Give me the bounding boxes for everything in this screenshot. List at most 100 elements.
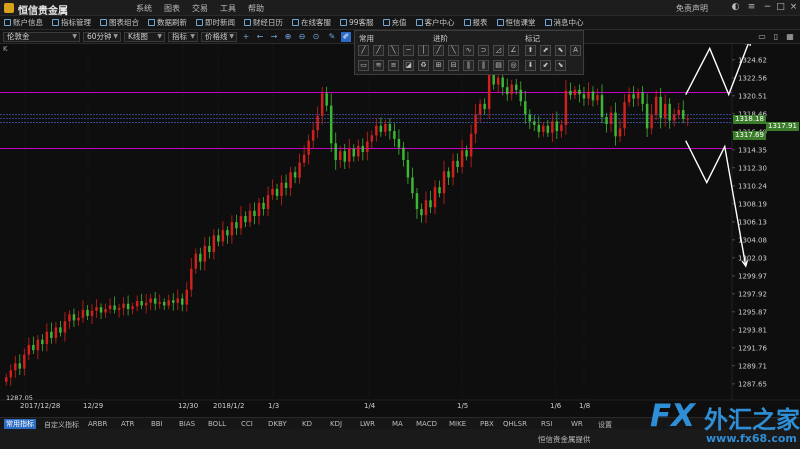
chevron-down-icon: ▼ xyxy=(113,33,118,40)
zoom-reset-icon[interactable]: ⊙ xyxy=(311,32,321,42)
arrow-left-icon[interactable]: ← xyxy=(255,32,265,42)
toolbar-customer-center[interactable]: 客户中心 xyxy=(415,17,455,28)
menu-system[interactable]: 系统 xyxy=(136,3,152,14)
candle-body xyxy=(406,159,410,178)
close-icon[interactable]: × xyxy=(788,2,799,13)
trend-tool-icon[interactable]: ╱ xyxy=(433,45,444,56)
skin-icon[interactable]: ◐ xyxy=(730,2,741,13)
zoom-out-icon[interactable]: ⊖ xyxy=(297,32,307,42)
layout-grid-icon[interactable]: ▦ xyxy=(785,32,795,42)
arrow-right-icon[interactable]: → xyxy=(269,32,279,42)
menu-trade[interactable]: 交易 xyxy=(192,3,208,14)
vline-tool-icon[interactable]: │ xyxy=(418,45,429,56)
toolbar-99-service[interactable]: 99客服 xyxy=(340,17,374,28)
tab-arbr[interactable]: ARBR xyxy=(88,420,107,428)
maximize-icon[interactable]: □ xyxy=(775,2,786,13)
tab-qhlsr[interactable]: QHLSR xyxy=(503,420,527,428)
text-mark-icon[interactable]: A xyxy=(570,45,581,56)
toolbar-online-service[interactable]: 在线客服 xyxy=(292,17,331,28)
menu-tools[interactable]: 工具 xyxy=(220,3,236,14)
tab-ma[interactable]: MA xyxy=(392,420,403,428)
fib-grid-tool-icon[interactable]: ⊟ xyxy=(448,60,459,71)
arrow-downleft-mark-icon[interactable]: ⬋ xyxy=(540,60,551,71)
toolbar-calendar[interactable]: 财经日历 xyxy=(244,17,283,28)
channel-tool-icon[interactable]: ≋ xyxy=(373,60,384,71)
arrow-down-mark-icon[interactable]: ⬇ xyxy=(525,60,536,71)
menu-help[interactable]: 帮助 xyxy=(248,3,264,14)
disclaimer-link[interactable]: 免责声明 xyxy=(676,3,708,14)
toolbar-account-info[interactable]: 账户信息 xyxy=(4,17,43,28)
candle-body xyxy=(573,89,577,96)
crosshair-icon[interactable]: + xyxy=(241,32,251,42)
section-markers: 标记 xyxy=(525,34,540,43)
cycle-tool-icon[interactable]: ‖ xyxy=(463,60,474,71)
trash-tool-icon[interactable]: ♻ xyxy=(418,60,429,71)
line-tool-icon[interactable]: ╱ xyxy=(358,45,369,56)
arrow-up-mark-icon[interactable]: ⬆ xyxy=(525,45,536,56)
tab-dkby[interactable]: DKBY xyxy=(268,420,287,428)
wave-tool-icon[interactable]: ∿ xyxy=(463,45,474,56)
toolbar-deposit[interactable]: 充值 xyxy=(382,17,407,28)
candlestick-chart[interactable]: 1324.621322.561320.511318.461316.401314.… xyxy=(0,44,800,416)
toolbar-indicator-manager[interactable]: 指标管理 xyxy=(52,17,91,28)
tab-lwr[interactable]: LWR xyxy=(360,420,375,428)
tab-macd[interactable]: MACD xyxy=(416,420,437,428)
tab-atr[interactable]: ATR xyxy=(121,420,134,428)
period-select[interactable]: 60分钟 ▼ xyxy=(83,32,121,42)
toolbar-report[interactable]: 报表 xyxy=(463,17,488,28)
arrow-upright-mark-icon[interactable]: ⬈ xyxy=(540,45,551,56)
tab-cci[interactable]: CCI xyxy=(241,420,253,428)
eraser-tool-icon[interactable]: ◪ xyxy=(403,60,414,71)
gann-tool-icon[interactable]: ◿ xyxy=(493,45,504,56)
tab-kdj[interactable]: KDJ xyxy=(330,420,342,428)
layout-split-icon[interactable]: ▯ xyxy=(771,32,781,42)
arc-tool-icon[interactable]: ⊃ xyxy=(478,45,489,56)
watermark-url: www.fx68.com xyxy=(706,432,797,445)
candle-body xyxy=(537,124,541,132)
tab-common-indicators[interactable]: 常用指标 xyxy=(4,419,36,429)
arrow-downright-mark-icon[interactable]: ⬊ xyxy=(555,60,566,71)
minimize-icon[interactable]: − xyxy=(762,2,773,13)
fib-fan-tool-icon[interactable]: ⊞ xyxy=(433,60,444,71)
parallel-tool-icon[interactable]: ╲ xyxy=(448,45,459,56)
time-zone-tool-icon[interactable]: ‖ xyxy=(478,60,489,71)
indicator-select[interactable]: 指标 ▼ xyxy=(168,32,198,42)
settings-icon[interactable]: ≡ xyxy=(746,2,757,13)
price-line-select[interactable]: 价格线 ▼ xyxy=(201,32,237,42)
toolbar-refresh[interactable]: 数据刷新 xyxy=(148,17,187,28)
tab-pbx[interactable]: PBX xyxy=(480,420,494,428)
candle-body xyxy=(27,344,31,355)
segment-tool-icon[interactable]: ╲ xyxy=(388,45,399,56)
menu-chart[interactable]: 图表 xyxy=(164,3,180,14)
chevron-down-icon: ▼ xyxy=(72,33,77,40)
tab-rsi[interactable]: RSI xyxy=(541,420,552,428)
tab-mike[interactable]: MIKE xyxy=(449,420,466,428)
tab-boll[interactable]: BOLL xyxy=(208,420,226,428)
toolbar-news[interactable]: 即时新闻 xyxy=(196,17,235,28)
fib-tool-icon[interactable]: ≡ xyxy=(388,60,399,71)
tab-wr[interactable]: WR xyxy=(571,420,583,428)
hline-tool-icon[interactable]: ─ xyxy=(403,45,414,56)
candle-body xyxy=(41,339,44,345)
toolbar-classroom[interactable]: 恒信课堂 xyxy=(496,17,536,28)
angle-tool-icon[interactable]: ∠ xyxy=(508,45,519,56)
ray-tool-icon[interactable]: ╱ xyxy=(373,45,384,56)
rect-tool-icon[interactable]: ▭ xyxy=(358,60,369,71)
circle-tool-icon[interactable]: ◎ xyxy=(508,60,519,71)
zoom-in-icon[interactable]: ⊕ xyxy=(283,32,293,42)
chart-type-select[interactable]: K线图 ▼ xyxy=(124,32,165,42)
tab-bias[interactable]: BIAS xyxy=(179,420,195,428)
arrow-upleft-mark-icon[interactable]: ⬉ xyxy=(555,45,566,56)
pen-icon[interactable]: ✎ xyxy=(327,32,337,42)
toolbar-chart-combo[interactable]: 图表组合 xyxy=(100,17,139,28)
candle-body xyxy=(533,121,536,125)
draw-tool-icon[interactable]: ✐ xyxy=(341,32,351,42)
tab-kd[interactable]: KD xyxy=(302,420,312,428)
toolbar-messages[interactable]: 消息中心 xyxy=(544,17,584,28)
symbol-select[interactable]: 伦敦金 ▼ xyxy=(3,32,80,42)
layout-single-icon[interactable]: ▭ xyxy=(757,32,767,42)
box-tool-icon[interactable]: ▤ xyxy=(493,60,504,71)
candle-body xyxy=(420,209,423,216)
price-tick-label: 1295.87 xyxy=(738,308,767,316)
tab-bbi[interactable]: BBI xyxy=(151,420,163,428)
